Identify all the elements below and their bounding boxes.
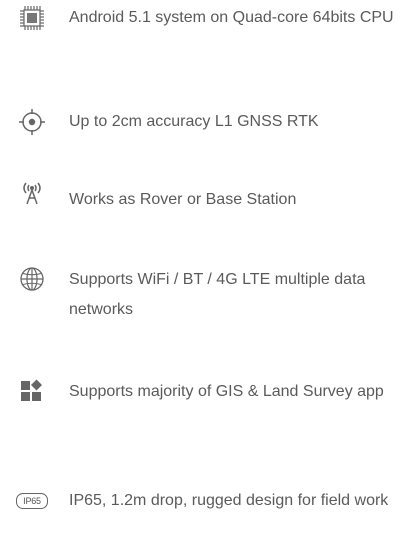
feature-list: Android 5.1 system on Quad-core 64bits C… <box>0 0 403 546</box>
feature-text: Works as Rover or Base Station <box>69 191 297 208</box>
feature-text: Supports WiFi / BT / 4G LTE multiple dat… <box>69 271 366 318</box>
globe-icon <box>16 265 48 293</box>
ip65-badge-icon: IP65 <box>16 491 48 511</box>
feature-text: IP65, 1.2m drop, rugged design for field… <box>69 492 389 509</box>
ip65-badge: IP65 <box>16 493 48 509</box>
cpu-chip-icon <box>16 4 48 32</box>
radio-antenna-icon <box>16 178 48 206</box>
feature-text: Android 5.1 system on Quad-core 64bits C… <box>69 9 394 26</box>
apps-grid-icon <box>16 379 48 403</box>
crosshair-target-icon <box>16 108 48 136</box>
feature-text: Supports majority of GIS & Land Survey a… <box>69 383 384 400</box>
feature-text: Up to 2cm accuracy L1 GNSS RTK <box>69 113 319 130</box>
